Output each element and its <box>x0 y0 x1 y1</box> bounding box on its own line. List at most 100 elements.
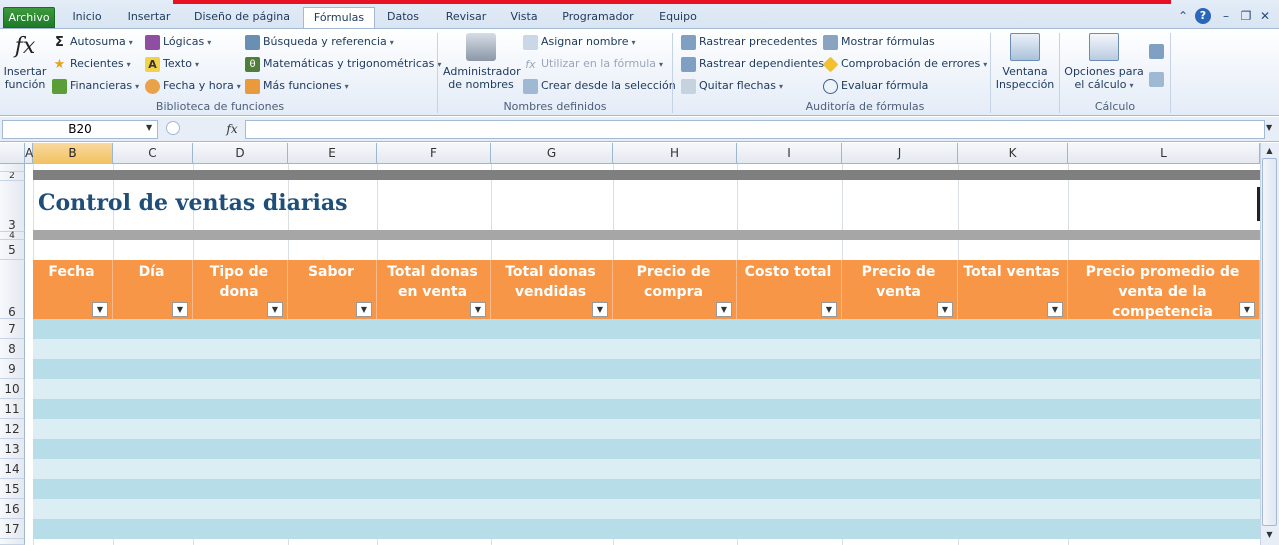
table-row[interactable] <box>33 459 1260 479</box>
table-header-cell[interactable]: Total ventas ▼ <box>958 260 1068 319</box>
error-checking-button[interactable]: Comprobación de errores ▾ <box>822 54 987 74</box>
column-header[interactable]: E <box>288 143 377 164</box>
row-header[interactable]: 12 <box>0 419 25 439</box>
row-header[interactable]: 16 <box>0 499 25 519</box>
column-header[interactable]: J <box>842 143 958 164</box>
tab-3[interactable]: Fórmulas <box>303 7 375 29</box>
tab-4[interactable]: Datos <box>378 7 428 28</box>
row-header[interactable]: 7 <box>0 319 25 339</box>
table-row[interactable] <box>33 519 1260 539</box>
column-header[interactable]: F <box>377 143 491 164</box>
scroll-down-icon[interactable]: ▼ <box>1262 528 1277 541</box>
row-header[interactable]: 2 <box>0 172 25 181</box>
math-button[interactable]: θ Matemáticas y trigonométricas ▾ <box>245 54 441 74</box>
tab-5[interactable]: Revisar <box>436 7 496 28</box>
table-header-cell[interactable]: Tipo de dona ▼ <box>193 260 288 319</box>
row-header-partial[interactable] <box>0 539 25 545</box>
expand-handle-icon[interactable] <box>166 121 180 135</box>
table-header-cell[interactable]: Total donas en venta ▼ <box>377 260 491 319</box>
row-header[interactable]: 8 <box>0 339 25 359</box>
create-from-selection-button[interactable]: Crear desde la selección <box>523 76 676 96</box>
tab-6[interactable]: Vista <box>501 7 547 28</box>
lookup-button[interactable]: Búsqueda y referencia ▾ <box>245 32 394 52</box>
tab-8[interactable]: Equipo <box>649 7 707 28</box>
table-row[interactable] <box>33 399 1260 419</box>
row-header[interactable]: 5 <box>0 240 25 260</box>
watch-window-button[interactable]: Ventana Inspección <box>995 33 1055 91</box>
table-header-cell[interactable]: Sabor ▼ <box>288 260 377 319</box>
expand-formula-bar-icon[interactable]: ▼ <box>1266 123 1272 132</box>
define-name-button[interactable]: Asignar nombre ▾ <box>523 32 636 52</box>
table-row[interactable] <box>33 319 1260 339</box>
filter-dropdown-icon[interactable]: ▼ <box>821 302 837 317</box>
select-all-corner[interactable] <box>0 143 25 164</box>
use-in-formula-button[interactable]: fx Utilizar en la fórmula ▾ <box>523 54 663 74</box>
column-header[interactable]: H <box>613 143 737 164</box>
row-header[interactable]: 11 <box>0 399 25 419</box>
tab-file[interactable]: Archivo <box>3 7 55 28</box>
help-icon[interactable]: ? <box>1195 8 1211 24</box>
row-header[interactable]: 4 <box>0 232 25 241</box>
tab-0[interactable]: Inicio <box>62 7 112 28</box>
table-row[interactable] <box>33 339 1260 359</box>
restore-icon[interactable]: ❐ <box>1239 8 1253 24</box>
table-row[interactable] <box>33 499 1260 519</box>
remove-arrows-button[interactable]: Quitar flechas ▾ <box>681 76 783 96</box>
row-header-partial[interactable] <box>0 164 25 172</box>
table-header-cell[interactable]: Precio promedio de venta de la competenc… <box>1068 260 1260 319</box>
filter-dropdown-icon[interactable]: ▼ <box>592 302 608 317</box>
row-header[interactable]: 14 <box>0 459 25 479</box>
formula-input[interactable] <box>245 120 1265 139</box>
row-header[interactable]: 13 <box>0 439 25 459</box>
recent-button[interactable]: ★ Recientes ▾ <box>52 54 131 74</box>
calculate-sheet-button[interactable] <box>1149 69 1165 89</box>
row-header[interactable]: 17 <box>0 519 25 539</box>
scroll-up-icon[interactable]: ▲ <box>1262 144 1277 157</box>
insert-function-button[interactable]: fx Insertar función <box>3 33 47 91</box>
row-header[interactable]: 15 <box>0 479 25 499</box>
autosum-button[interactable]: Σ Autosuma ▾ <box>52 32 133 52</box>
row-header[interactable]: 9 <box>0 359 25 379</box>
calculate-now-button[interactable] <box>1149 41 1165 61</box>
filter-dropdown-icon[interactable]: ▼ <box>716 302 732 317</box>
close-icon[interactable]: ✕ <box>1258 8 1272 24</box>
filter-dropdown-icon[interactable]: ▼ <box>1239 302 1255 317</box>
column-header[interactable]: C <box>113 143 193 164</box>
table-header-cell[interactable]: Costo total ▼ <box>737 260 842 319</box>
column-header[interactable]: D <box>193 143 288 164</box>
filter-dropdown-icon[interactable]: ▼ <box>470 302 486 317</box>
tab-1[interactable]: Insertar <box>118 7 180 28</box>
filter-dropdown-icon[interactable]: ▼ <box>172 302 188 317</box>
filter-dropdown-icon[interactable]: ▼ <box>937 302 953 317</box>
filter-dropdown-icon[interactable]: ▼ <box>356 302 372 317</box>
row-header[interactable]: 3 <box>0 181 25 232</box>
split-box[interactable] <box>1257 187 1260 221</box>
table-header-cell[interactable]: Precio de compra ▼ <box>613 260 737 319</box>
column-header[interactable]: K <box>958 143 1068 164</box>
trace-dependents-button[interactable]: Rastrear dependientes <box>681 54 824 74</box>
column-header[interactable]: I <box>737 143 842 164</box>
table-row[interactable] <box>33 419 1260 439</box>
column-header[interactable]: A <box>25 143 33 164</box>
table-row[interactable] <box>33 479 1260 499</box>
insert-function-fx-icon[interactable]: fx <box>222 120 242 139</box>
table-header-cell[interactable]: Total donas vendidas ▼ <box>491 260 613 319</box>
name-manager-button[interactable]: Administrador de nombres <box>443 33 521 91</box>
worksheet-grid[interactable] <box>25 164 1260 545</box>
tab-7[interactable]: Programador <box>552 7 644 28</box>
scroll-thumb[interactable] <box>1262 158 1277 526</box>
financial-button[interactable]: Financieras ▾ <box>52 76 139 96</box>
name-box[interactable]: B20 <box>2 120 158 139</box>
row-header[interactable]: 10 <box>0 379 25 399</box>
column-header[interactable]: B <box>33 143 113 164</box>
table-header-cell[interactable]: Precio de venta ▼ <box>842 260 958 319</box>
minimize-ribbon-icon[interactable]: ⌃ <box>1176 8 1190 24</box>
name-box-dropdown-icon[interactable]: ▼ <box>146 123 152 132</box>
trace-precedents-button[interactable]: Rastrear precedentes <box>681 32 817 52</box>
logical-button[interactable]: Lógicas ▾ <box>145 32 211 52</box>
row-header[interactable]: 6 <box>0 260 25 319</box>
date-time-button[interactable]: Fecha y hora ▾ <box>145 76 241 96</box>
filter-dropdown-icon[interactable]: ▼ <box>267 302 283 317</box>
table-row[interactable] <box>33 379 1260 399</box>
filter-dropdown-icon[interactable]: ▼ <box>1047 302 1063 317</box>
